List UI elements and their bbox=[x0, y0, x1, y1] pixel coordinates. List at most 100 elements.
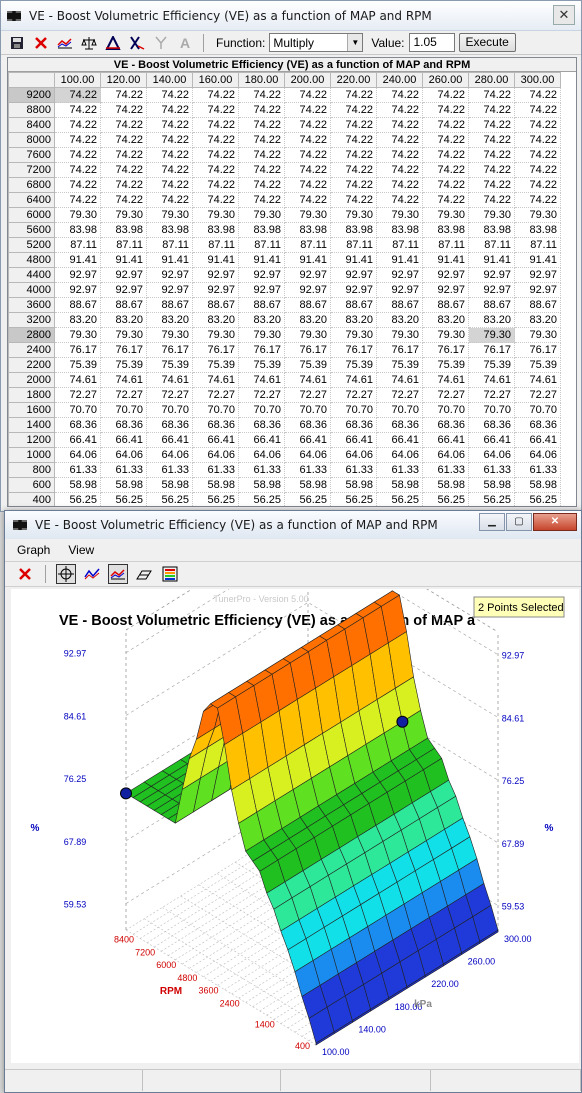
table-cell[interactable]: 66.41 bbox=[238, 432, 285, 448]
close-graph-icon[interactable] bbox=[15, 564, 35, 584]
table-cell[interactable]: 74.22 bbox=[422, 177, 469, 193]
table-cell[interactable]: 83.20 bbox=[422, 312, 469, 328]
table-cell[interactable]: 88.67 bbox=[330, 297, 377, 313]
table-cell[interactable]: 66.41 bbox=[422, 432, 469, 448]
table-cell[interactable]: 72.27 bbox=[468, 387, 515, 403]
table-cell[interactable]: 64.06 bbox=[146, 447, 193, 463]
row-header[interactable]: 1800 bbox=[8, 387, 55, 403]
table-cell[interactable]: 79.30 bbox=[330, 327, 377, 343]
table-cell[interactable]: 74.22 bbox=[376, 132, 423, 148]
table-cell[interactable]: 74.22 bbox=[54, 87, 101, 103]
table-cell[interactable]: 74.22 bbox=[146, 177, 193, 193]
table-cell[interactable]: 79.30 bbox=[192, 327, 239, 343]
table-cell[interactable]: 75.39 bbox=[330, 357, 377, 373]
table-cell[interactable]: 83.98 bbox=[284, 222, 331, 238]
table-cell[interactable]: 74.61 bbox=[100, 372, 147, 388]
table-cell[interactable]: 91.41 bbox=[468, 252, 515, 268]
table-cell[interactable]: 74.22 bbox=[192, 87, 239, 103]
table-cell[interactable]: 64.06 bbox=[422, 447, 469, 463]
table-cell[interactable]: 92.97 bbox=[422, 267, 469, 283]
table-cell[interactable]: 68.36 bbox=[284, 417, 331, 433]
table-cell[interactable]: 74.22 bbox=[100, 132, 147, 148]
table-cell[interactable]: 74.22 bbox=[54, 102, 101, 118]
table-cell[interactable]: 74.22 bbox=[100, 192, 147, 208]
table-cell[interactable]: 74.22 bbox=[376, 147, 423, 163]
table-cell[interactable]: 91.41 bbox=[146, 252, 193, 268]
table-cell[interactable]: 83.98 bbox=[422, 222, 469, 238]
table-cell[interactable]: 74.22 bbox=[330, 147, 377, 163]
table-cell[interactable]: 83.20 bbox=[330, 312, 377, 328]
row-header[interactable]: 1400 bbox=[8, 417, 55, 433]
table-cell[interactable]: 70.70 bbox=[146, 402, 193, 418]
table-cell[interactable]: 74.22 bbox=[422, 117, 469, 133]
table-cell[interactable]: 70.70 bbox=[238, 402, 285, 418]
table-cell[interactable]: 74.22 bbox=[238, 147, 285, 163]
table-cell[interactable]: 68.36 bbox=[238, 417, 285, 433]
table-cell[interactable]: 79.30 bbox=[284, 327, 331, 343]
color-scale-icon[interactable] bbox=[160, 564, 180, 584]
table-cell[interactable]: 74.22 bbox=[146, 132, 193, 148]
table-cell[interactable]: 92.97 bbox=[192, 267, 239, 283]
table-cell[interactable]: 75.39 bbox=[100, 357, 147, 373]
row-header[interactable]: 7200 bbox=[8, 162, 55, 178]
table-cell[interactable]: 74.22 bbox=[330, 117, 377, 133]
table-cell[interactable]: 56.25 bbox=[100, 492, 147, 506]
table-cell[interactable]: 74.22 bbox=[422, 132, 469, 148]
table-cell[interactable]: 74.22 bbox=[514, 87, 561, 103]
table-cell[interactable]: 74.22 bbox=[514, 117, 561, 133]
table-cell[interactable]: 83.98 bbox=[330, 222, 377, 238]
row-header[interactable]: 3600 bbox=[8, 297, 55, 313]
table-cell[interactable]: 79.30 bbox=[54, 207, 101, 223]
table-cell[interactable]: 74.22 bbox=[468, 177, 515, 193]
wireframe-icon[interactable] bbox=[134, 564, 154, 584]
table-cell[interactable]: 70.70 bbox=[192, 402, 239, 418]
table-cell[interactable]: 83.98 bbox=[54, 222, 101, 238]
column-header[interactable]: 180.00 bbox=[238, 72, 285, 88]
execute-button[interactable]: Execute bbox=[458, 33, 516, 52]
table-cell[interactable]: 64.06 bbox=[376, 447, 423, 463]
table-cell[interactable]: 74.22 bbox=[192, 192, 239, 208]
table-cell[interactable]: 58.98 bbox=[238, 477, 285, 493]
table-cell[interactable]: 74.22 bbox=[238, 132, 285, 148]
table-cell[interactable]: 74.22 bbox=[330, 177, 377, 193]
table-cell[interactable]: 58.98 bbox=[100, 477, 147, 493]
table-cell[interactable]: 79.30 bbox=[514, 327, 561, 343]
table-cell[interactable]: 74.22 bbox=[422, 162, 469, 178]
table-cell[interactable]: 76.17 bbox=[146, 342, 193, 358]
interpolate-icon[interactable] bbox=[103, 33, 123, 53]
table-cell[interactable]: 76.17 bbox=[376, 342, 423, 358]
table-cell[interactable]: 58.98 bbox=[192, 477, 239, 493]
table-cell[interactable]: 58.98 bbox=[330, 477, 377, 493]
table-cell[interactable]: 56.25 bbox=[238, 492, 285, 506]
table-cell[interactable]: 58.98 bbox=[376, 477, 423, 493]
table-cell[interactable]: 56.25 bbox=[54, 492, 101, 506]
table-cell[interactable]: 72.27 bbox=[422, 387, 469, 403]
surface-plot-area[interactable]: TunerPro - Version 5.00 VE - Boost Volum… bbox=[11, 516, 579, 1063]
table-cell[interactable]: 74.22 bbox=[100, 87, 147, 103]
table-cell[interactable]: 92.97 bbox=[330, 267, 377, 283]
table-cell[interactable]: 91.41 bbox=[54, 252, 101, 268]
table-cell[interactable]: 74.22 bbox=[284, 192, 331, 208]
table-cell[interactable]: 92.97 bbox=[146, 267, 193, 283]
table-cell[interactable]: 74.22 bbox=[238, 162, 285, 178]
table-cell[interactable]: 88.67 bbox=[100, 297, 147, 313]
table-cell[interactable]: 61.33 bbox=[192, 462, 239, 478]
table-cell[interactable]: 92.97 bbox=[284, 282, 331, 298]
table-cell[interactable]: 91.41 bbox=[376, 252, 423, 268]
table-cell[interactable]: 72.27 bbox=[100, 387, 147, 403]
table-cell[interactable]: 74.22 bbox=[468, 132, 515, 148]
column-header[interactable]: 140.00 bbox=[146, 72, 193, 88]
table-cell[interactable]: 61.33 bbox=[376, 462, 423, 478]
table-cell[interactable]: 76.17 bbox=[100, 342, 147, 358]
table-cell[interactable]: 70.70 bbox=[330, 402, 377, 418]
table-cell[interactable]: 83.20 bbox=[468, 312, 515, 328]
table-cell[interactable]: 56.25 bbox=[330, 492, 377, 506]
table-cell[interactable]: 66.41 bbox=[376, 432, 423, 448]
table-cell[interactable]: 68.36 bbox=[376, 417, 423, 433]
table-cell[interactable]: 75.39 bbox=[468, 357, 515, 373]
table-cell[interactable]: 58.98 bbox=[284, 477, 331, 493]
table-cell[interactable]: 75.39 bbox=[514, 357, 561, 373]
table-cell[interactable]: 92.97 bbox=[146, 282, 193, 298]
table-cell[interactable]: 88.67 bbox=[422, 297, 469, 313]
table-cell[interactable]: 56.25 bbox=[192, 492, 239, 506]
